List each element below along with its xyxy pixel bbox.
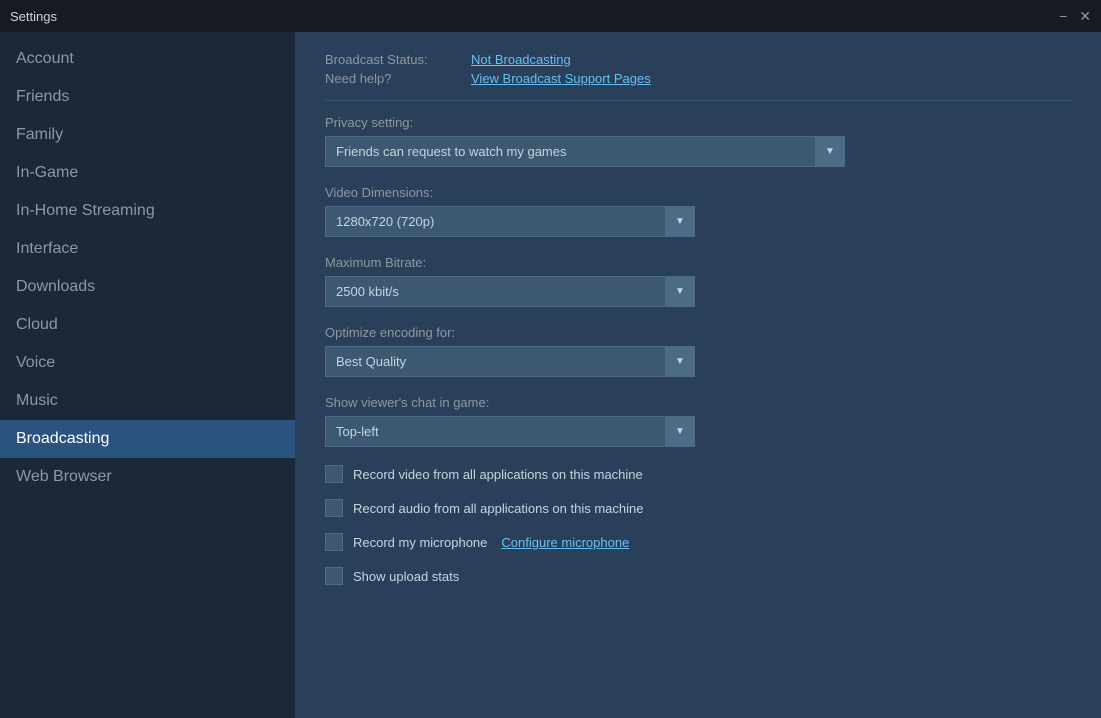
checkbox-row-2: Record audio from all applications on th… (325, 499, 1071, 517)
sidebar-item-interface[interactable]: Interface (0, 230, 295, 268)
checkbox-row-3: Record my microphone Configure microphon… (325, 533, 1071, 551)
optimize-label: Optimize encoding for: (325, 325, 1071, 340)
broadcast-support-link[interactable]: View Broadcast Support Pages (471, 71, 651, 86)
video-dim-label: Video Dimensions: (325, 185, 1071, 200)
configure-microphone-link[interactable]: Configure microphone (501, 535, 629, 550)
optimize-select[interactable]: Best Quality (325, 346, 695, 377)
main-panel: Broadcast Status: Not Broadcasting Need … (295, 32, 1101, 718)
bitrate-group: Maximum Bitrate: 2500 kbit/s (325, 255, 1071, 307)
checkbox-record-audio-label: Record audio from all applications on th… (353, 501, 644, 516)
need-help-label: Need help? (325, 71, 455, 86)
chat-label: Show viewer's chat in game: (325, 395, 1071, 410)
checkbox-record-mic-label: Record my microphone (353, 535, 487, 550)
privacy-group: Privacy setting: Friends can request to … (325, 115, 1071, 167)
bitrate-select[interactable]: 2500 kbit/s (325, 276, 695, 307)
optimize-group: Optimize encoding for: Best Quality (325, 325, 1071, 377)
bitrate-label: Maximum Bitrate: (325, 255, 1071, 270)
broadcast-status-value[interactable]: Not Broadcasting (471, 52, 571, 67)
checkbox-record-audio[interactable] (325, 499, 343, 517)
video-dim-select-wrapper: 1280x720 (720p) (325, 206, 695, 237)
sidebar: Account Friends Family In-Game In-Home S… (0, 32, 295, 718)
checkbox-record-video[interactable] (325, 465, 343, 483)
broadcast-status-label: Broadcast Status: (325, 52, 455, 67)
sidebar-item-music[interactable]: Music (0, 382, 295, 420)
settings-window: Settings − ✕ Account Friends Family In-G… (0, 0, 1101, 718)
need-help-row: Need help? View Broadcast Support Pages (325, 71, 1071, 86)
sidebar-item-broadcasting[interactable]: Broadcasting (0, 420, 295, 458)
sidebar-item-in-game[interactable]: In-Game (0, 154, 295, 192)
window-title: Settings (10, 9, 57, 24)
titlebar-controls: − ✕ (1059, 9, 1091, 23)
chat-select-wrapper: Top-left (325, 416, 695, 447)
privacy-label: Privacy setting: (325, 115, 1071, 130)
video-dim-select[interactable]: 1280x720 (720p) (325, 206, 695, 237)
sidebar-item-in-home-streaming[interactable]: In-Home Streaming (0, 192, 295, 230)
checkbox-row-1: Record video from all applications on th… (325, 465, 1071, 483)
bitrate-select-wrapper: 2500 kbit/s (325, 276, 695, 307)
broadcast-status-row: Broadcast Status: Not Broadcasting (325, 52, 1071, 67)
checkbox-upload-stats[interactable] (325, 567, 343, 585)
sidebar-item-voice[interactable]: Voice (0, 344, 295, 382)
chat-select[interactable]: Top-left (325, 416, 695, 447)
video-dim-group: Video Dimensions: 1280x720 (720p) (325, 185, 1071, 237)
minimize-button[interactable]: − (1059, 9, 1067, 23)
checkbox-upload-stats-label: Show upload stats (353, 569, 459, 584)
privacy-select-wrapper: Friends can request to watch my games (325, 136, 845, 167)
titlebar: Settings − ✕ (0, 0, 1101, 32)
sidebar-item-family[interactable]: Family (0, 116, 295, 154)
sidebar-item-web-browser[interactable]: Web Browser (0, 458, 295, 496)
sidebar-item-cloud[interactable]: Cloud (0, 306, 295, 344)
optimize-select-wrapper: Best Quality (325, 346, 695, 377)
checkbox-record-mic[interactable] (325, 533, 343, 551)
sidebar-item-account[interactable]: Account (0, 40, 295, 78)
checkbox-record-video-label: Record video from all applications on th… (353, 467, 643, 482)
privacy-select[interactable]: Friends can request to watch my games (325, 136, 845, 167)
content-area: Account Friends Family In-Game In-Home S… (0, 32, 1101, 718)
sidebar-item-friends[interactable]: Friends (0, 78, 295, 116)
divider-1 (325, 100, 1071, 101)
close-button[interactable]: ✕ (1079, 9, 1091, 23)
chat-group: Show viewer's chat in game: Top-left (325, 395, 1071, 447)
sidebar-item-downloads[interactable]: Downloads (0, 268, 295, 306)
checkbox-row-4: Show upload stats (325, 567, 1071, 585)
